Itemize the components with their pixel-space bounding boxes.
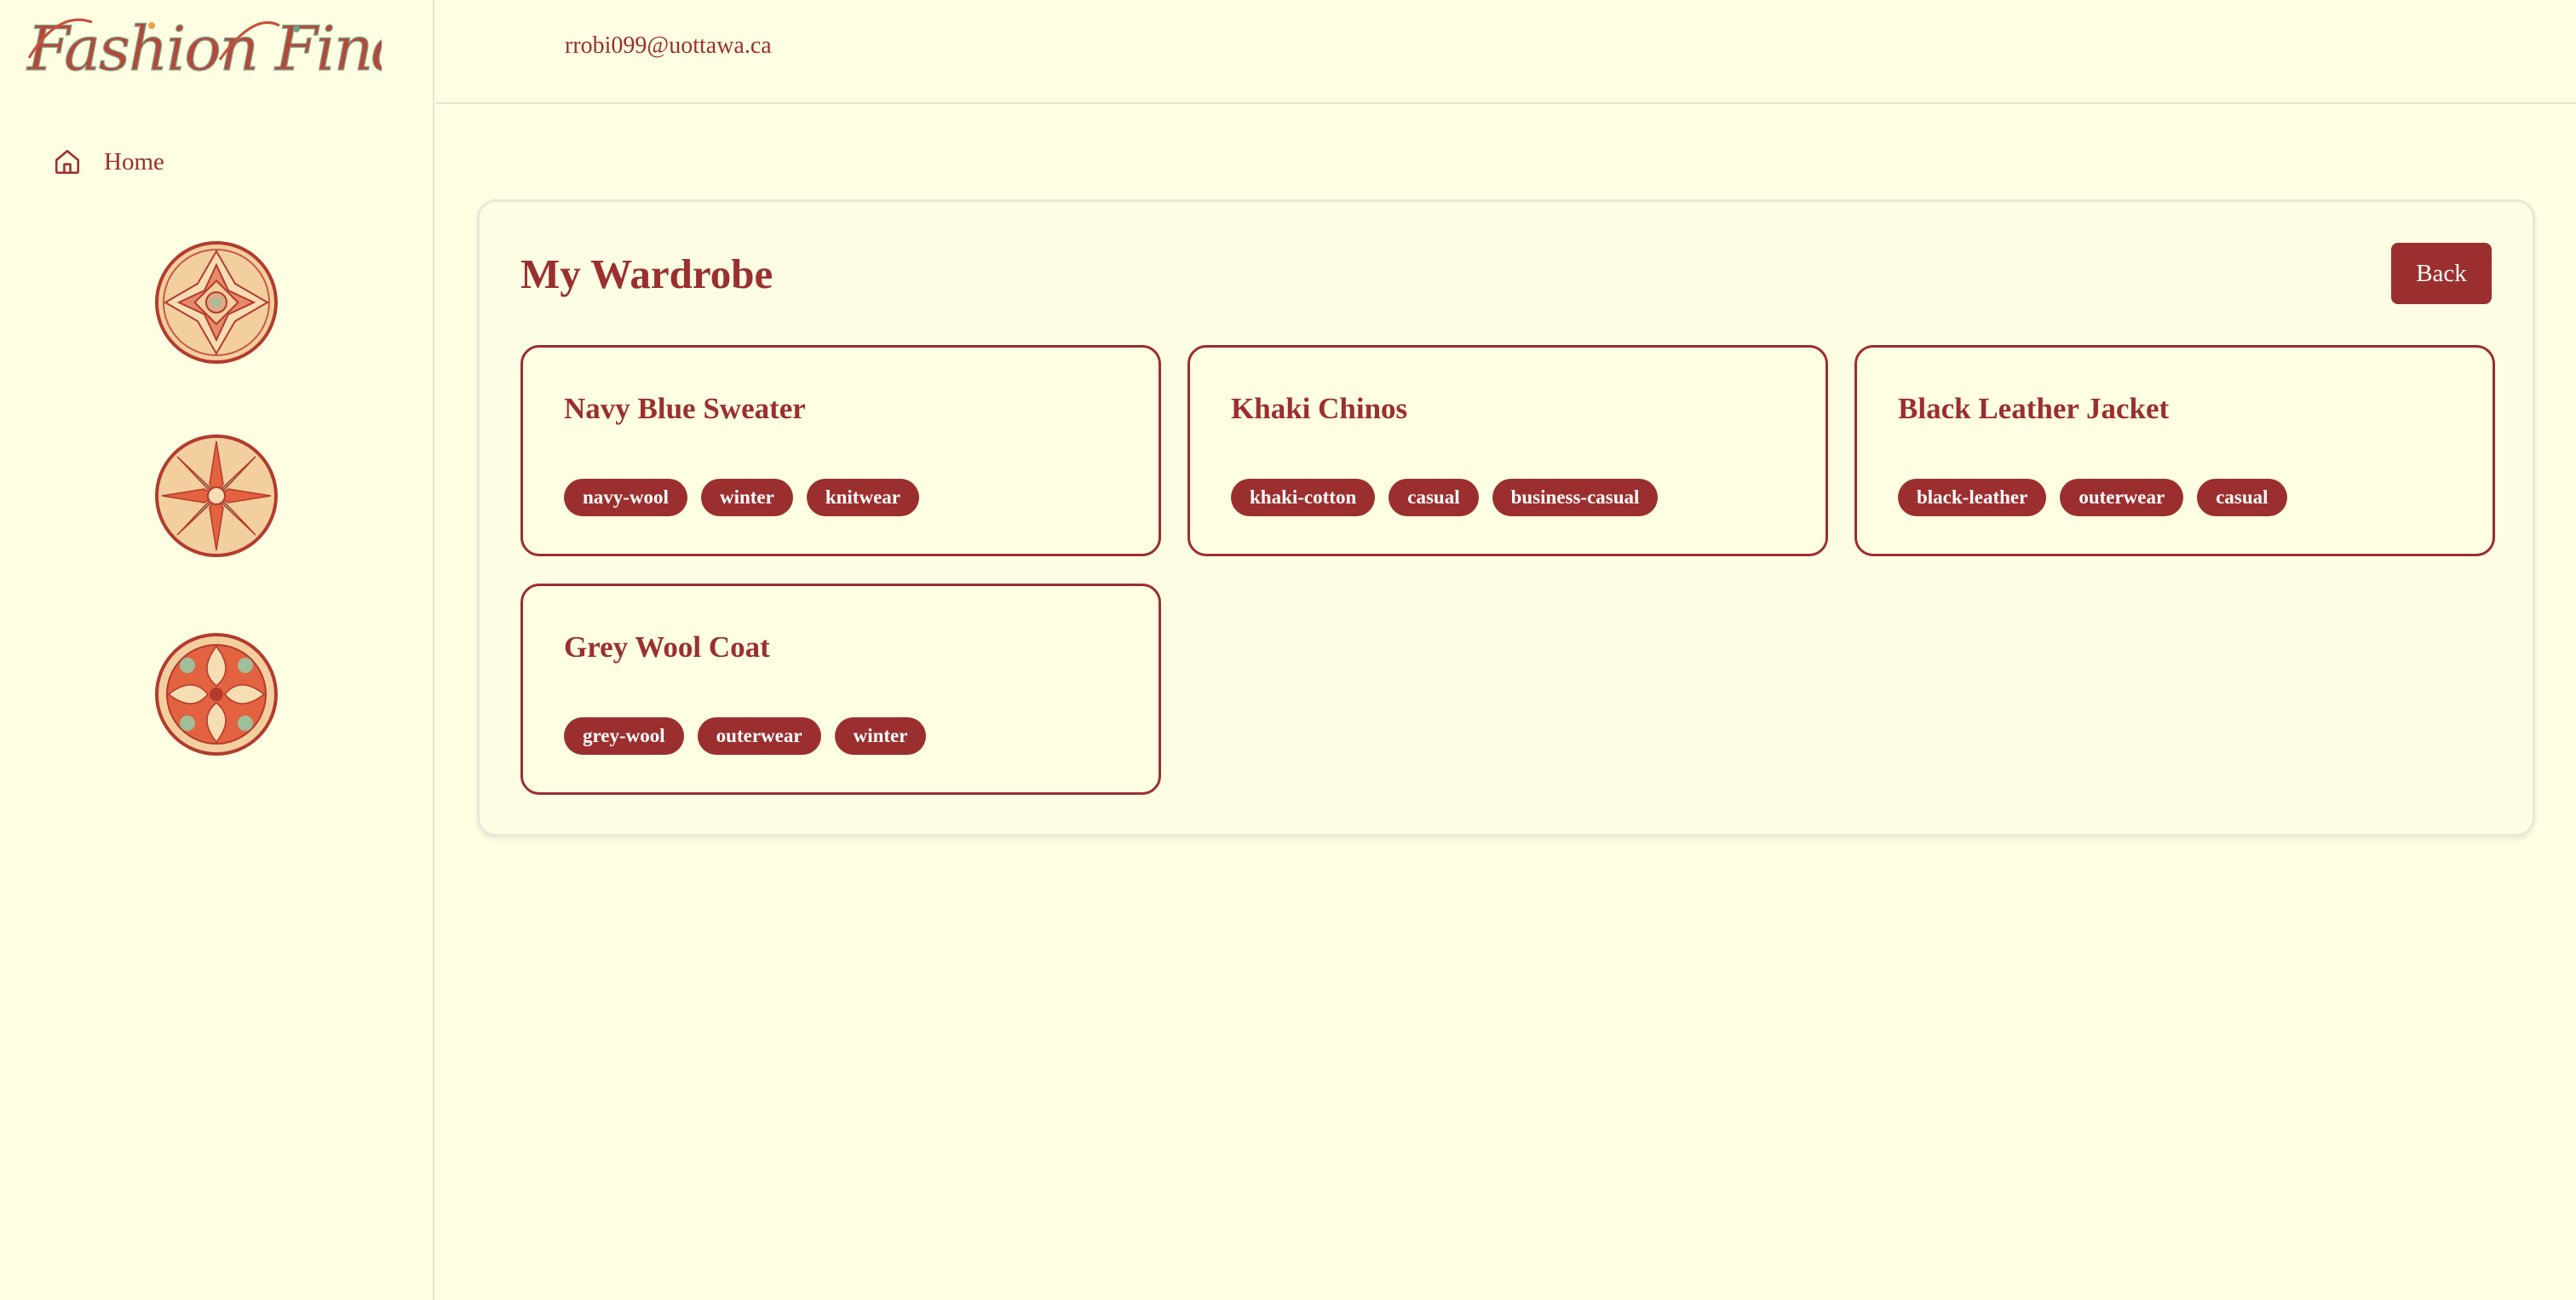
wardrobe-item-card[interactable]: Navy Blue Sweater navy-wool winter knitw… [520, 345, 1161, 556]
wardrobe-panel: My Wardrobe Back Navy Blue Sweater navy-… [477, 199, 2535, 837]
tag-chip[interactable]: winter [834, 717, 927, 755]
svg-text:Fashion Finders: Fashion Finders [26, 13, 382, 84]
wardrobe-item-card[interactable]: Khaki Chinos khaki-cotton casual busines… [1187, 345, 1828, 556]
tag-list: navy-wool winter knitwear [564, 479, 919, 516]
wardrobe-item-card[interactable]: Black Leather Jacket black-leather outer… [1854, 345, 2495, 556]
tag-chip[interactable]: grey-wool [564, 717, 684, 755]
wardrobe-item-name: Black Leather Jacket [1898, 392, 2170, 425]
home-icon [53, 147, 82, 176]
wardrobe-item-name: Khaki Chinos [1231, 392, 1408, 425]
brand-logo[interactable]: Fashion Finders [24, 7, 382, 92]
sidebar: Fashion Finders Home [0, 0, 434, 1300]
tag-chip[interactable]: outerwear [2060, 479, 2184, 516]
tag-chip[interactable]: casual [2197, 479, 2287, 516]
medallion-icon[interactable] [153, 631, 279, 757]
medallion-icon[interactable] [153, 433, 279, 559]
page-title: My Wardrobe [520, 250, 773, 297]
wardrobe-item-name: Navy Blue Sweater [564, 392, 806, 425]
tag-chip[interactable]: khaki-cotton [1231, 479, 1376, 516]
sidebar-item-home[interactable]: Home [53, 143, 164, 181]
back-button[interactable]: Back [2391, 243, 2492, 304]
fashion-finders-logo-icon: Fashion Finders [25, 12, 382, 84]
tag-list: black-leather outerwear casual [1898, 479, 2287, 516]
tag-list: khaki-cotton casual business-casual [1231, 479, 1659, 516]
tag-chip[interactable]: outerwear [697, 717, 821, 755]
tag-list: grey-wool outerwear winter [564, 717, 927, 755]
user-email: rrobi099@uottawa.ca [565, 32, 772, 59]
tag-chip[interactable]: black-leather [1898, 479, 2047, 516]
sidebar-item-home-label: Home [104, 147, 164, 175]
medallion-icon[interactable] [153, 239, 279, 365]
tag-chip[interactable]: navy-wool [564, 479, 687, 516]
tag-chip[interactable]: knitwear [806, 479, 919, 516]
wardrobe-item-name: Grey Wool Coat [564, 630, 770, 664]
tag-chip[interactable]: casual [1389, 479, 1479, 516]
wardrobe-item-card[interactable]: Grey Wool Coat grey-wool outerwear winte… [520, 584, 1161, 795]
tag-chip[interactable]: business-casual [1492, 479, 1659, 516]
tag-chip[interactable]: winter [700, 479, 793, 516]
top-bar: rrobi099@uottawa.ca [436, 0, 2576, 104]
